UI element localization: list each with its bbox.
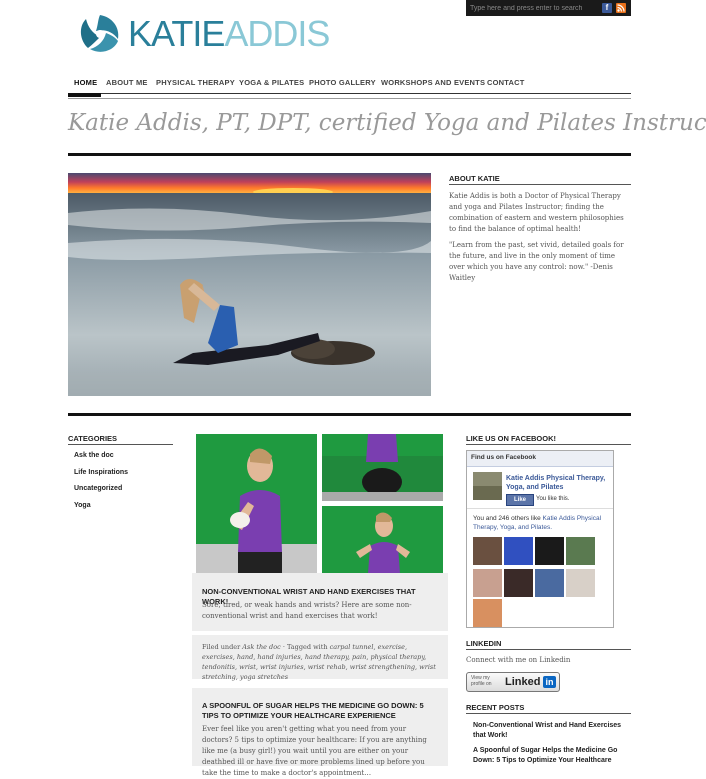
nav-photo-gallery[interactable]: PHOTO GALLERY	[309, 78, 376, 87]
nav-contact[interactable]: CONTACT	[487, 78, 525, 87]
facebook-page-avatar[interactable]	[473, 472, 502, 500]
facebook-likes-count: You and 246 others like Katie Addis Phys…	[473, 514, 609, 532]
facebook-title: LIKE US ON FACEBOOK!	[466, 434, 557, 443]
facebook-icon[interactable]: f	[602, 3, 612, 13]
recent-post-link[interactable]: A Spoonful of Sugar Helps the Medicine G…	[473, 746, 628, 766]
facebook-box-header-text: Find us on Facebook	[471, 454, 537, 461]
logo-text[interactable]: KATIEADDIS	[128, 13, 330, 54]
nav-home[interactable]: HOME	[74, 78, 97, 87]
post-category-link[interactable]: Ask the doc	[242, 643, 280, 651]
site-tagline: Katie Addis, PT, DPT, certified Yoga and…	[68, 110, 706, 136]
category-uncategorized[interactable]: Uncategorized	[74, 485, 122, 492]
rss-icon[interactable]	[616, 3, 626, 13]
fan-avatar[interactable]	[473, 599, 502, 627]
facebook-like-box: Find us on Facebook Katie Addis Physical…	[466, 450, 614, 628]
recent-post-link[interactable]: Non-Conventional Wrist and Hand Exercise…	[473, 721, 628, 741]
category-ask-the-doc[interactable]: Ask the doc	[74, 452, 114, 459]
post-image-arms[interactable]	[322, 506, 443, 574]
fan-avatar[interactable]	[535, 569, 564, 597]
about-quote: "Learn from the past, set vivid, detaile…	[449, 241, 624, 282]
category-yoga[interactable]: Yoga	[74, 502, 91, 509]
post-meta-box: Filed under Ask the doc · Tagged with ca…	[192, 635, 448, 682]
post-image-kneeling[interactable]	[322, 434, 443, 501]
fan-avatar[interactable]	[504, 537, 533, 565]
about-paragraph: Katie Addis is both a Doctor of Physical…	[449, 192, 624, 233]
fan-avatar[interactable]	[504, 569, 533, 597]
about-divider	[449, 184, 631, 185]
headline-rule	[68, 153, 631, 156]
linkedin-text: Connect with me on Linkedin	[466, 656, 571, 664]
linkedin-profile-badge[interactable]: View my profile on Linked in	[466, 672, 560, 692]
tagged-label: · Tagged with	[280, 643, 330, 651]
like-button-label: Like	[513, 497, 526, 503]
post-meta: Filed under Ask the doc · Tagged with ca…	[202, 642, 437, 682]
facebook-divider	[466, 444, 631, 445]
filed-under-label: Filed under	[202, 643, 243, 651]
category-life-inspirations[interactable]: Life Inspirations	[74, 469, 128, 476]
logo-part-1: KATIE	[128, 13, 225, 54]
logo-part-2: ADDIS	[224, 13, 330, 54]
post-card: NON-CONVENTIONAL WRIST AND HAND EXERCISE…	[192, 573, 448, 631]
hero-image	[68, 173, 431, 396]
fan-avatar[interactable]	[566, 537, 595, 565]
facebook-likes-prefix: You and 246 others like	[473, 515, 543, 522]
post-card: A SPOONFUL OF SUGAR HELPS THE MEDICINE G…	[192, 688, 448, 777]
nav-divider-lower	[68, 98, 631, 99]
facebook-page-name[interactable]: Katie Addis Physical Therapy, Yoga, and …	[506, 474, 610, 492]
content-rule	[68, 413, 631, 416]
facebook-you-like: You like this.	[536, 496, 570, 502]
facebook-box-header: Find us on Facebook	[467, 451, 613, 467]
fan-avatar[interactable]	[473, 569, 502, 597]
facebook-like-button[interactable]: Like	[506, 494, 534, 506]
linkedin-title: LINKEDIN	[466, 639, 502, 648]
linkedin-in-icon: in	[543, 676, 556, 688]
nav-about-me[interactable]: ABOUT ME	[106, 78, 148, 87]
search-input[interactable]	[470, 2, 588, 14]
linkedin-badge-line2: profile on	[471, 681, 492, 687]
nav-workshops-events[interactable]: WORKSHOPS AND EVENTS	[381, 78, 485, 87]
post-image-wrist-stretch[interactable]	[196, 434, 317, 574]
logo-icon[interactable]	[78, 13, 122, 53]
fan-avatar[interactable]	[566, 569, 595, 597]
nav-physical-therapy[interactable]: PHYSICAL THERAPY	[156, 78, 235, 87]
nav-divider	[68, 93, 631, 94]
about-title: ABOUT KATIE	[449, 174, 500, 183]
fan-avatar[interactable]	[535, 537, 564, 565]
facebook-separator	[467, 508, 613, 509]
nav-active-indicator	[68, 93, 101, 97]
post-excerpt: Sore, tired, or weak hands and wrists? H…	[202, 601, 412, 620]
post-title[interactable]: A SPOONFUL OF SUGAR HELPS THE MEDICINE G…	[202, 701, 442, 721]
categories-title: CATEGORIES	[68, 434, 118, 443]
recent-posts-divider	[466, 713, 631, 714]
fan-avatar[interactable]	[473, 537, 502, 565]
nav-yoga-pilates[interactable]: YOGA & PILATES	[239, 78, 304, 87]
post-excerpt: Ever feel like you aren't getting what y…	[202, 725, 427, 777]
recent-posts-title: RECENT POSTS	[466, 703, 525, 712]
linkedin-badge-brand: Linked	[505, 676, 541, 688]
categories-divider	[68, 444, 173, 445]
search-bar: f	[466, 0, 631, 16]
linkedin-divider	[466, 649, 631, 650]
